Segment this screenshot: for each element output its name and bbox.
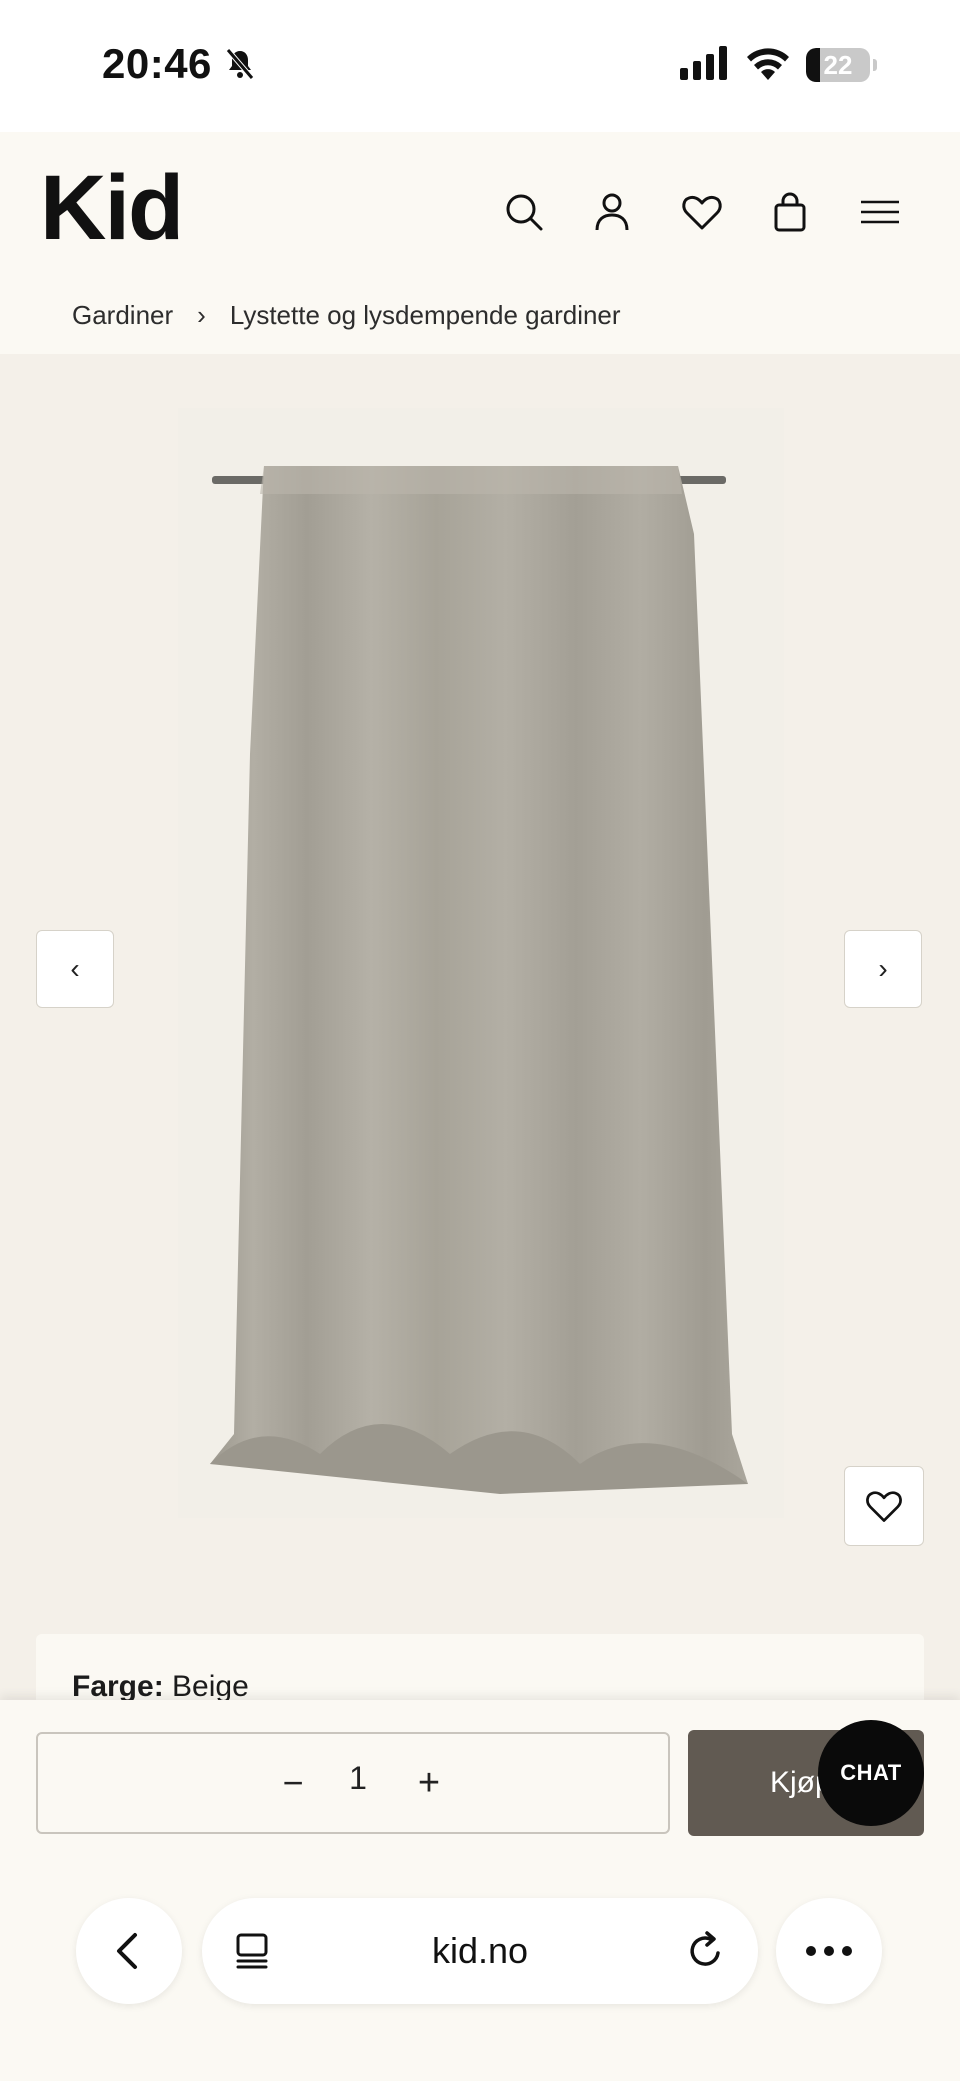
menu-icon[interactable] [858, 190, 902, 234]
breadcrumb-item-lystette[interactable]: Lystette og lysdempende gardiner [230, 300, 621, 331]
add-to-wishlist-button[interactable] [844, 1466, 924, 1546]
cellular-signal-icon [680, 46, 727, 80]
site-header: Kid Gardiner › Lystette og lysdempende g… [0, 132, 960, 354]
user-icon[interactable] [590, 190, 634, 234]
heart-icon [866, 1491, 902, 1522]
status-bar: 20:46 22 [0, 0, 960, 132]
search-icon[interactable] [502, 190, 546, 234]
gallery-next-button[interactable]: › [844, 930, 922, 1008]
color-label: Farge: [72, 1670, 164, 1703]
breadcrumb-item-gardiner[interactable]: Gardiner [72, 300, 173, 331]
browser-toolbar: kid.no [0, 1840, 960, 2081]
status-time: 20:46 [102, 40, 212, 87]
chevron-left-icon [117, 1933, 137, 1969]
chevron-left-icon: ‹ [70, 953, 80, 984]
quantity-value[interactable]: 1 [338, 1760, 378, 1797]
chat-button[interactable]: CHAT [818, 1720, 924, 1826]
browser-more-button[interactable] [776, 1898, 882, 2004]
color-selector[interactable]: Farge: Beige [72, 1670, 249, 1704]
quantity-increase-button[interactable]: + [404, 1758, 454, 1808]
breadcrumb: Gardiner › Lystette og lysdempende gardi… [72, 300, 621, 331]
breadcrumb-separator: › [197, 300, 206, 330]
quantity-stepper: − 1 + [36, 1732, 670, 1834]
color-value: Beige [172, 1670, 249, 1703]
product-gallery: ‹ › Farge: Beige [0, 354, 960, 1714]
url-text: kid.no [431, 1930, 529, 1971]
more-dots-icon [806, 1946, 852, 1956]
bell-muted-icon [226, 48, 254, 80]
browser-back-button[interactable] [76, 1898, 182, 2004]
wifi-icon [747, 48, 789, 80]
quantity-decrease-button[interactable]: − [268, 1758, 318, 1808]
battery-level: 22 [823, 50, 853, 80]
product-image-curtain[interactable] [200, 454, 760, 1504]
heart-icon[interactable] [680, 190, 724, 234]
address-bar[interactable]: kid.no [202, 1898, 758, 2004]
kid-logo[interactable]: Kid [40, 162, 184, 254]
shopping-bag-icon[interactable] [768, 190, 812, 234]
gallery-prev-button[interactable]: ‹ [36, 930, 114, 1008]
battery-indicator: 22 [806, 48, 877, 82]
chevron-right-icon: › [878, 953, 888, 984]
reload-icon[interactable] [686, 1931, 726, 1971]
